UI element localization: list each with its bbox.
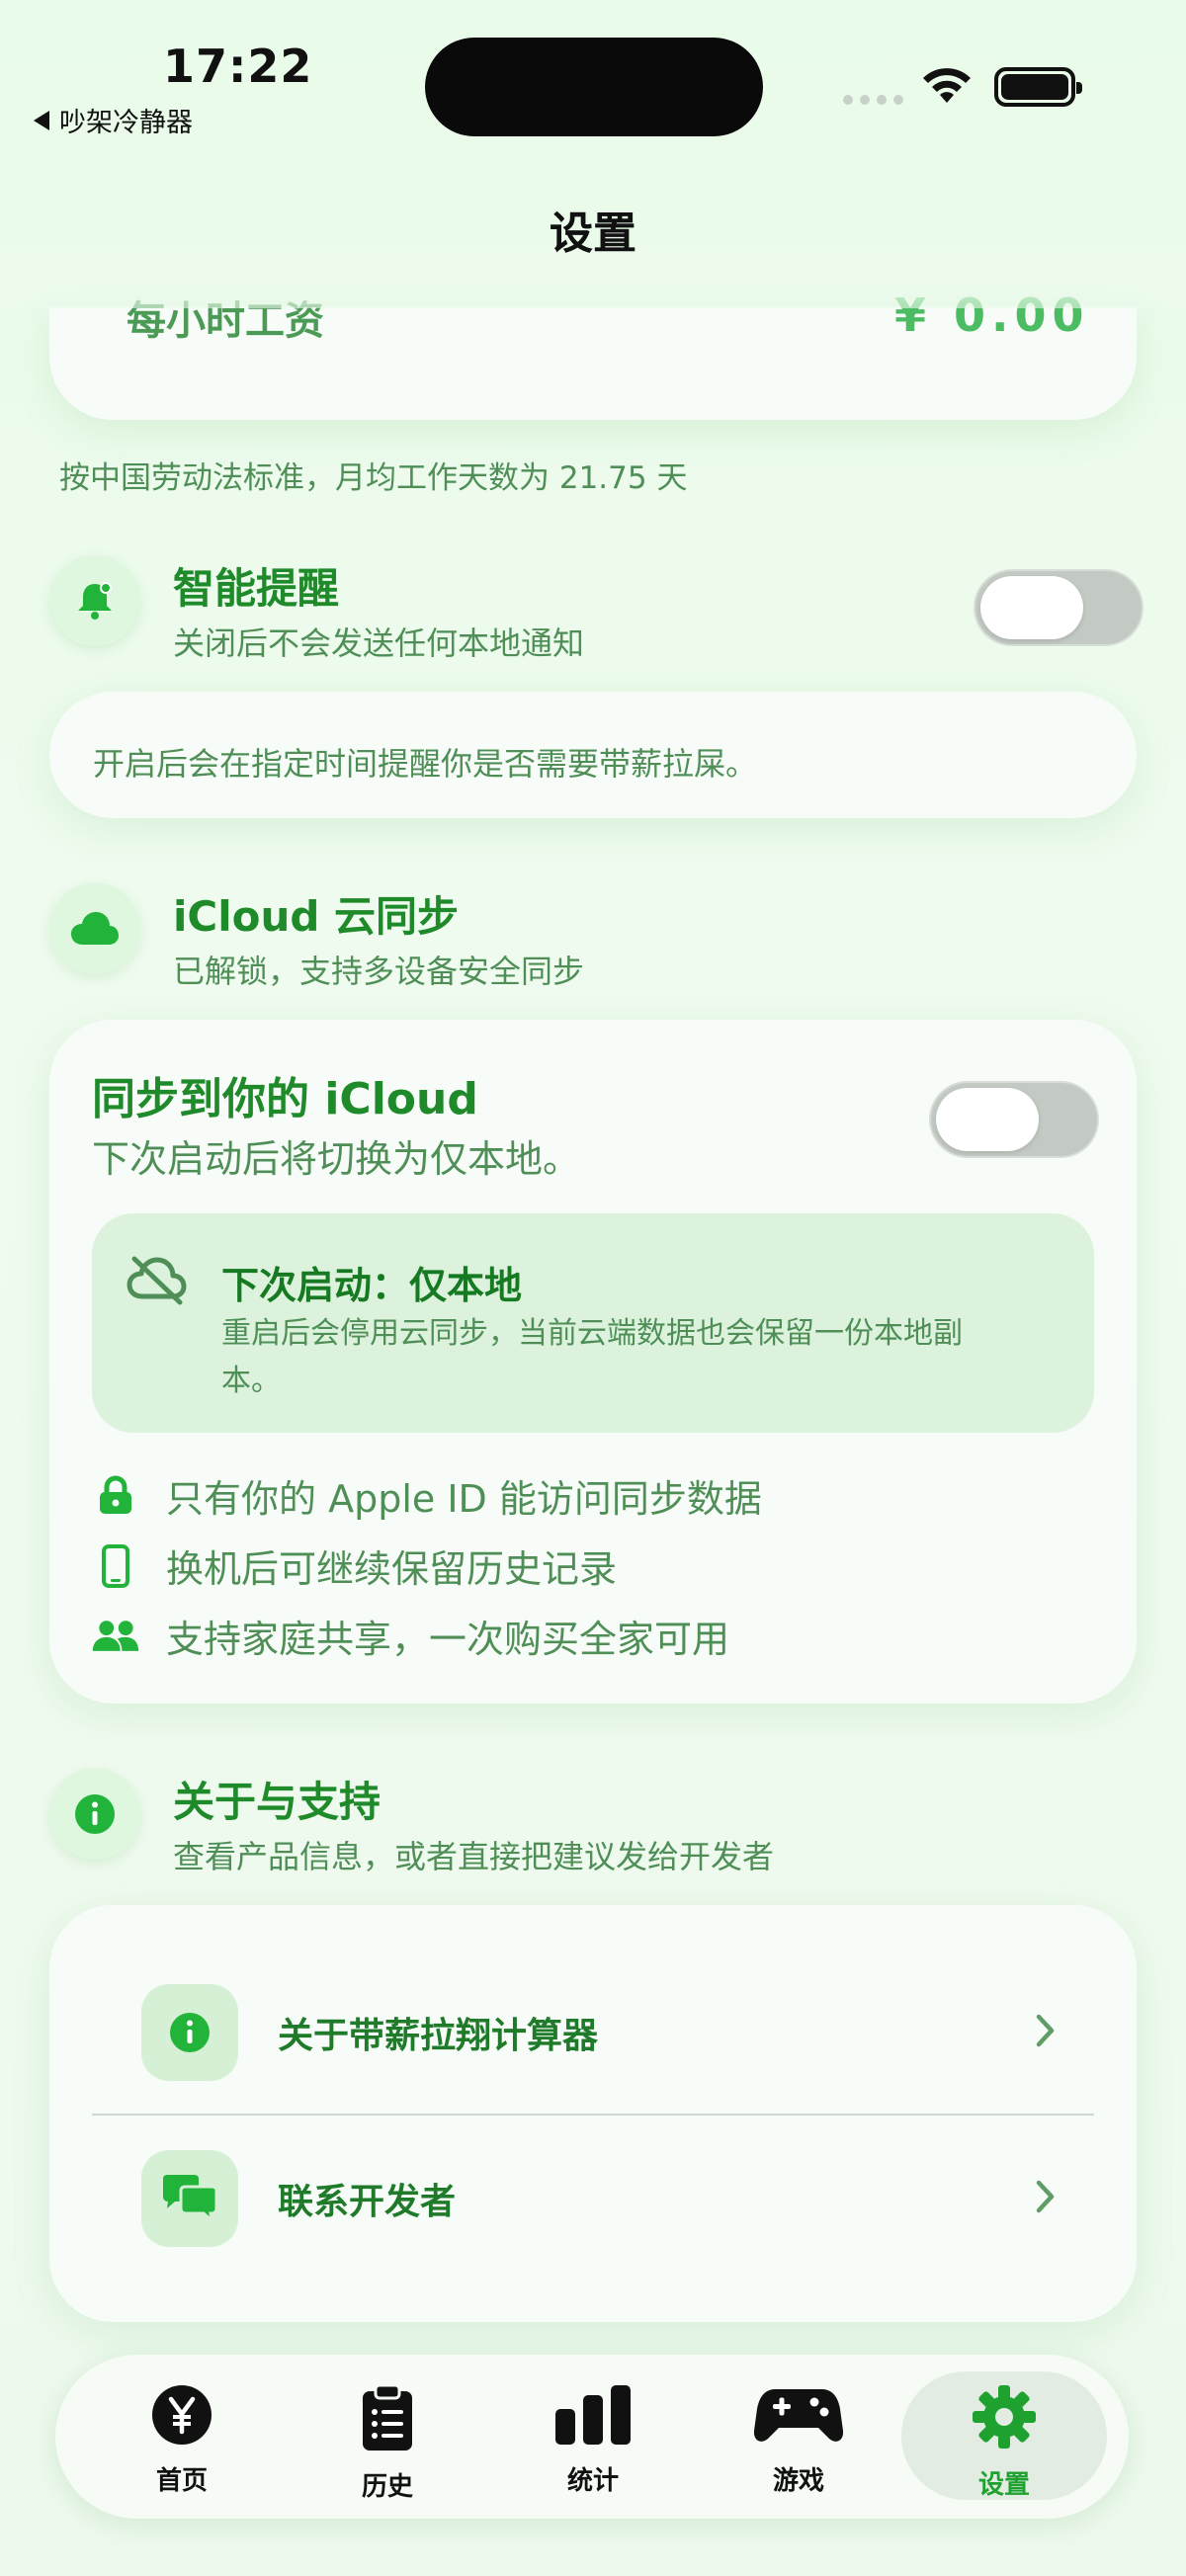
tab-stats[interactable]: 统计 bbox=[490, 2371, 696, 2500]
tab-label: 历史 bbox=[361, 2472, 413, 2502]
feature-item: 支持家庭共享，一次购买全家可用 bbox=[91, 1609, 729, 1663]
chevron-right-icon bbox=[1035, 2179, 1057, 2218]
battery-icon bbox=[994, 67, 1082, 107]
icloud-sync-title: iCloud 云同步 bbox=[173, 892, 460, 941]
tab-settings[interactable]: 设置 bbox=[901, 2371, 1107, 2500]
sync-to-icloud-subtitle: 下次启动后将切换为仅本地。 bbox=[92, 1137, 581, 1181]
bell-icon bbox=[49, 555, 140, 646]
gamepad-icon bbox=[753, 2383, 844, 2451]
yen-icon bbox=[150, 2383, 213, 2451]
gear-icon bbox=[971, 2383, 1038, 2454]
about-support-title: 关于与支持 bbox=[173, 1778, 381, 1826]
clipboard-icon bbox=[360, 2383, 415, 2456]
smart-reminder-toggle[interactable] bbox=[974, 569, 1144, 646]
feature-item: 只有你的 Apple ID 能访问同步数据 bbox=[91, 1468, 762, 1523]
contact-developer-row[interactable]: 联系开发者 bbox=[92, 2140, 1094, 2257]
info-icon bbox=[141, 1984, 238, 2081]
tab-label: 统计 bbox=[566, 2466, 619, 2496]
about-app-row[interactable]: 关于带薪拉翔计算器 bbox=[92, 1974, 1094, 2091]
icloud-sync-toggle[interactable] bbox=[929, 1081, 1099, 1158]
tab-label: 游戏 bbox=[772, 2466, 824, 2496]
status-time: 17:22 bbox=[163, 40, 313, 93]
phone-icon bbox=[91, 1541, 140, 1591]
bar-chart-icon bbox=[553, 2383, 633, 2451]
row-divider bbox=[92, 2114, 1094, 2116]
info-circle-icon bbox=[49, 1769, 140, 1860]
about-app-label: 关于带薪拉翔计算器 bbox=[278, 2016, 599, 2056]
cellular-signal-icon bbox=[843, 95, 903, 105]
reminder-description: 开启后会在指定时间提醒你是否需要带薪拉屎。 bbox=[93, 745, 758, 783]
tab-history[interactable]: 历史 bbox=[285, 2371, 490, 2502]
about-support-subtitle: 查看产品信息，或者直接把建议发给开发者 bbox=[173, 1838, 775, 1875]
tab-label: 设置 bbox=[977, 2470, 1030, 2500]
tab-label: 首页 bbox=[155, 2466, 208, 2496]
wifi-icon bbox=[919, 63, 974, 111]
dynamic-island bbox=[425, 38, 763, 136]
page-title-overlay: 设置 bbox=[550, 208, 636, 259]
cloud-off-icon bbox=[125, 1253, 190, 1310]
sync-to-icloud-title: 同步到你的 iCloud bbox=[92, 1074, 478, 1124]
feature-text: 支持家庭共享，一次购买全家可用 bbox=[166, 1618, 730, 1661]
tab-home[interactable]: 首页 bbox=[79, 2371, 285, 2500]
people-icon bbox=[91, 1612, 140, 1661]
back-app-label: 吵架冷静器 bbox=[59, 108, 193, 138]
chat-bubbles-icon bbox=[141, 2150, 238, 2247]
feature-text: 换机后可继续保留历史记录 bbox=[166, 1547, 618, 1591]
back-to-app-button[interactable]: 吵架冷静器 bbox=[34, 101, 193, 139]
lock-icon bbox=[91, 1471, 140, 1521]
labor-law-note: 按中国劳动法标准，月均工作天数为 21.75 天 bbox=[59, 460, 688, 496]
chevron-right-icon bbox=[1035, 2013, 1057, 2052]
notice-description: 重启后会停用云同步，当前云端数据也会保留一份本地副本。 bbox=[221, 1316, 963, 1398]
tab-games[interactable]: 游戏 bbox=[696, 2371, 901, 2500]
cloud-icon bbox=[49, 883, 140, 974]
contact-developer-label: 联系开发者 bbox=[278, 2182, 457, 2222]
icloud-sync-subtitle: 已解锁，支持多设备安全同步 bbox=[173, 953, 585, 990]
notice-title: 下次启动：仅本地 bbox=[221, 1264, 523, 1307]
smart-reminder-subtitle: 关闭后不会发送任何本地通知 bbox=[173, 624, 585, 662]
back-arrow-icon bbox=[34, 110, 49, 130]
feature-text: 只有你的 Apple ID 能访问同步数据 bbox=[166, 1477, 762, 1521]
feature-item: 换机后可继续保留历史记录 bbox=[91, 1538, 617, 1593]
smart-reminder-title: 智能提醒 bbox=[173, 564, 340, 613]
